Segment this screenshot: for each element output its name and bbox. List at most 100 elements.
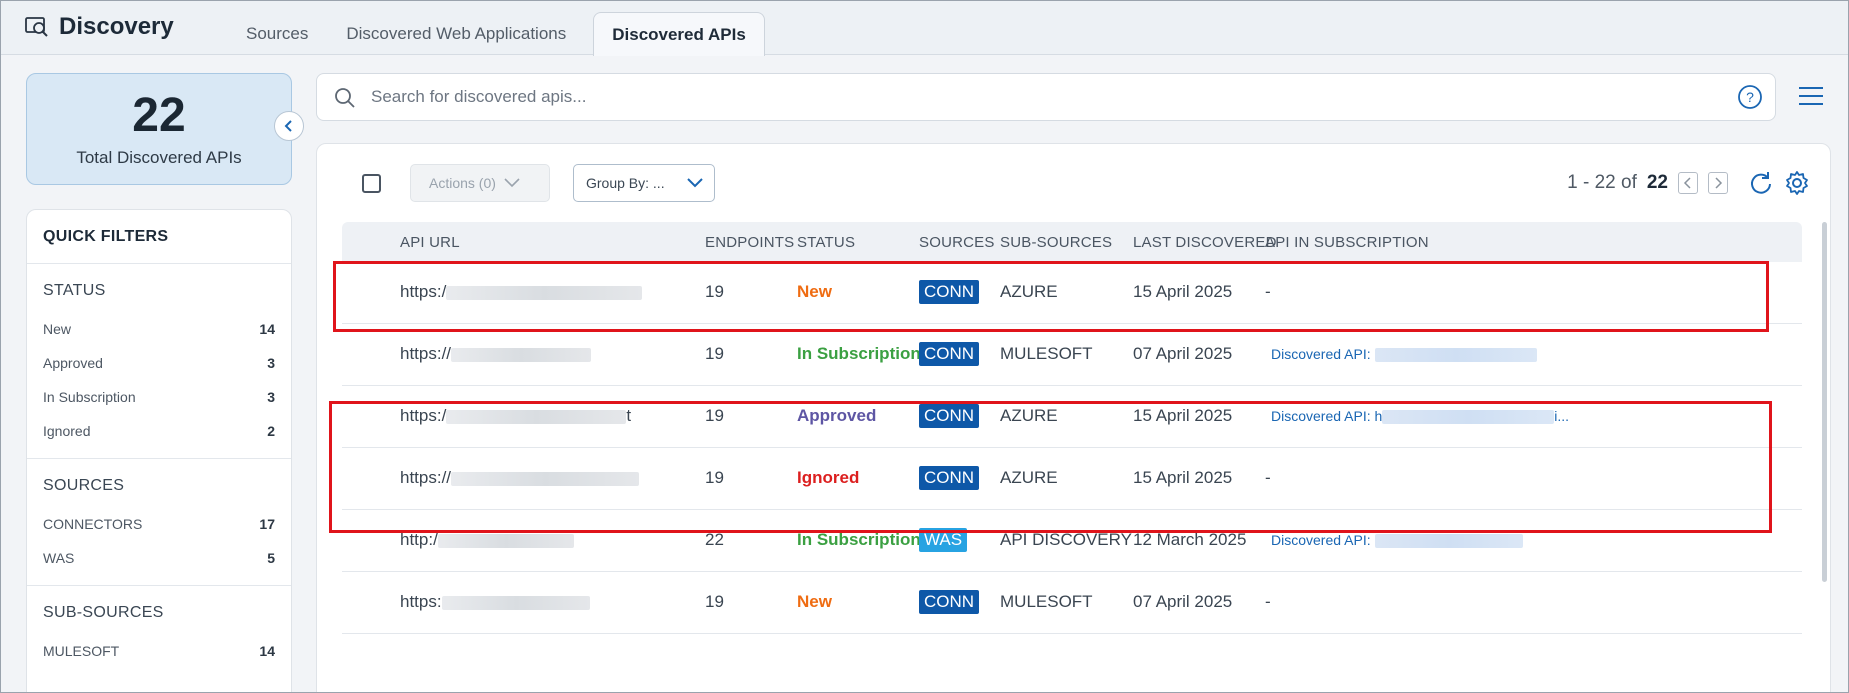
api-url-cell[interactable]: http:/ [400, 530, 574, 550]
search-icon [335, 88, 355, 108]
filter-item-mulesoft[interactable]: MULESOFT 14 [43, 634, 275, 668]
select-all-checkbox[interactable] [362, 174, 381, 193]
pager-total: 22 [1646, 172, 1668, 193]
sub-source-cell: MULESOFT [1000, 592, 1093, 611]
api-url-cell[interactable]: https: [400, 592, 590, 612]
sub-source-cell: AZURE [1000, 282, 1058, 301]
redacted-subscription [1374, 348, 1537, 363]
column-header-sources[interactable]: SOURCES [919, 234, 995, 251]
filter-item-was[interactable]: WAS 5 [43, 541, 275, 575]
filter-item-connectors[interactable]: CONNECTORS 17 [43, 507, 275, 541]
api-url: http:/ [400, 530, 438, 549]
last-discovered-cell: 15 April 2025 [1133, 282, 1233, 301]
status-cell: New [797, 592, 832, 611]
table-row[interactable]: http:/ 22 In Subscription WAS API DISCOV… [342, 510, 1802, 572]
column-header-api-url[interactable]: API URL [400, 234, 460, 251]
sub-source-cell: API DISCOVERY [1000, 530, 1132, 549]
source-cell: CONN [919, 404, 980, 428]
tab-discovered-web-applications[interactable]: Discovered Web Applications [327, 11, 585, 55]
pager-range: 1 - 22 of [1567, 172, 1637, 193]
last-discovered-cell: 12 March 2025 [1133, 530, 1247, 549]
collapse-panel-button[interactable] [274, 111, 304, 141]
filter-group-status: STATUS New 14 Approved 3 In Subscription… [27, 264, 291, 459]
subscription-link[interactable]: Discovered API: h i... [1271, 408, 1569, 425]
filter-count: 3 [267, 355, 275, 371]
tab-sources[interactable]: Sources [227, 11, 327, 55]
quick-filters-panel: QUICK FILTERS STATUS New 14 Approved 3 I… [26, 209, 292, 692]
subscription-cell: - [1265, 592, 1271, 611]
filter-group-title: SUB-SOURCES [43, 604, 164, 621]
filter-item-ignored[interactable]: Ignored 2 [43, 414, 275, 448]
endpoints-cell: 19 [705, 282, 724, 301]
column-header-sub-sources[interactable]: SUB-SOURCES [1000, 234, 1112, 251]
filter-item-new[interactable]: New 14 [43, 312, 275, 346]
hamburger-menu-icon[interactable] [1798, 85, 1824, 107]
tab-discovered-apis[interactable]: Discovered APIs [593, 12, 765, 56]
source-badge: CONN [919, 342, 980, 366]
table-row[interactable]: https: 19 New CONN MULESOFT 07 April 202… [342, 572, 1802, 634]
table-row[interactable]: https:/ t 19 Approved CONN AZURE 15 April… [342, 386, 1802, 448]
source-cell: WAS [919, 528, 968, 552]
subscription-link[interactable]: Discovered API: [1271, 346, 1537, 363]
source-badge: CONN [919, 404, 980, 428]
actions-button[interactable]: Actions (0) [410, 164, 550, 202]
source-cell: CONN [919, 280, 980, 304]
column-header-api-in-subscription[interactable]: API IN SUBSCRIPTION [1265, 234, 1429, 251]
discovery-window: Discovery Sources Discovered Web Applica… [0, 0, 1849, 693]
refresh-icon[interactable] [1748, 170, 1774, 196]
table-row[interactable]: https:// 19 In Subscription CONN MULESOF… [342, 324, 1802, 386]
source-cell: CONN [919, 590, 980, 614]
filter-count: 17 [259, 516, 275, 532]
source-badge: CONN [919, 280, 980, 304]
filter-label: CONNECTORS [43, 516, 143, 532]
sub-source-cell: AZURE [1000, 406, 1058, 425]
filter-count: 3 [267, 389, 275, 405]
last-discovered-cell: 15 April 2025 [1133, 468, 1233, 487]
endpoints-cell: 19 [705, 592, 724, 611]
api-url: https:/ [400, 406, 447, 425]
column-header-status[interactable]: STATUS [797, 234, 855, 251]
filter-item-approved[interactable]: Approved 3 [43, 346, 275, 380]
apis-panel: Actions (0) Group By: ... 1 - 22 of 22 A… [316, 143, 1831, 692]
api-url-cell[interactable]: https:// [400, 468, 640, 488]
redacted-url [441, 595, 590, 610]
filter-label: Ignored [43, 423, 91, 439]
total-count-label: Total Discovered APIs [76, 148, 242, 167]
table-row[interactable]: https:/ 19 New CONN AZURE 15 April 2025 … [342, 262, 1802, 324]
filter-item-in-subscription[interactable]: In Subscription 3 [43, 380, 275, 414]
filter-label: MULESOFT [43, 643, 120, 659]
last-discovered-cell: 07 April 2025 [1133, 344, 1233, 363]
gear-icon[interactable] [1784, 170, 1810, 196]
table-row[interactable]: https:// 19 Ignored CONN AZURE 15 April … [342, 448, 1802, 510]
search-input[interactable] [371, 82, 1671, 112]
api-url-cell[interactable]: https:/ [400, 282, 643, 302]
sub-source-cell: AZURE [1000, 468, 1058, 487]
chevron-down-icon [504, 178, 520, 188]
subscription-prefix: Discovered API: h [1271, 408, 1383, 424]
subscription-link[interactable]: Discovered API: [1271, 532, 1523, 549]
redacted-subscription [1382, 410, 1555, 425]
next-page-button[interactable] [1708, 172, 1728, 194]
filter-label: In Subscription [43, 389, 136, 405]
chevron-left-icon [284, 120, 292, 132]
api-url-tail: t [626, 406, 632, 425]
api-url-cell[interactable]: https:// [400, 344, 592, 364]
column-header-last-discovered[interactable]: LAST DISCOVERED [1133, 234, 1277, 251]
endpoints-cell: 19 [705, 344, 724, 363]
help-icon[interactable]: ? [1737, 84, 1763, 110]
pagination: 1 - 22 of 22 [1567, 164, 1810, 202]
group-by-dropdown[interactable]: Group By: ... [573, 164, 715, 202]
source-cell: CONN [919, 466, 980, 490]
api-url-cell[interactable]: https:/ t [400, 406, 631, 426]
page-title: Discovery [59, 13, 174, 40]
redacted-url [437, 533, 574, 548]
filter-label: Approved [43, 355, 103, 371]
svg-text:?: ? [1746, 89, 1754, 105]
table-scrollbar[interactable] [1822, 222, 1827, 582]
prev-page-button[interactable] [1678, 172, 1698, 194]
status-cell: In Subscription [797, 530, 921, 549]
sub-source-cell: MULESOFT [1000, 344, 1093, 363]
endpoints-cell: 22 [705, 530, 724, 549]
column-header-endpoints[interactable]: ENDPOINTS [705, 234, 794, 251]
total-count-card: 22 Total Discovered APIs [26, 73, 292, 185]
